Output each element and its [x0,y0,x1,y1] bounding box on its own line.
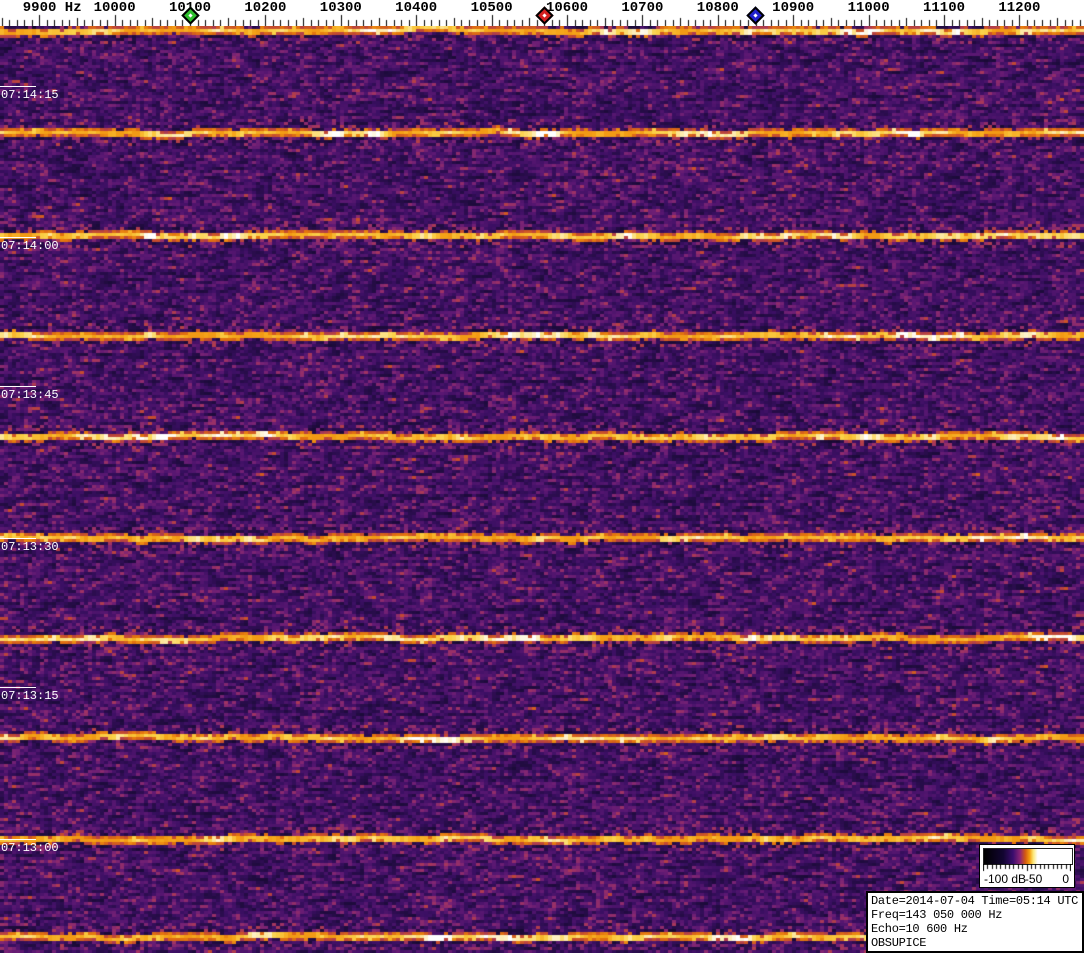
freq-tick-label: 10700 [621,0,664,16]
info-box: Date=2014-07-04 Time=05:14 UTC Freq=143 … [866,891,1084,953]
freq-tick-label: 11100 [922,0,966,16]
time-label: 07:14:15 [1,88,59,102]
db-mid-label: -50 [1024,872,1043,886]
spectrum-lab-waterfall-app: 9900 Hz100001010010200103001040010500106… [0,0,1084,953]
freq-tick-label: 10000 [93,0,136,16]
marker-green-center-dot [187,13,193,18]
db-scale-ticks [983,864,1071,872]
time-tick-mark [0,86,36,87]
db-color-scale: -100 dB -50 0 [979,844,1075,888]
info-station: OBSUPICE [871,936,927,950]
info-frequency: Freq=143 050 000 Hz [871,908,1003,922]
freq-tick-label: 9900 Hz [22,0,82,16]
color-gradient-bar [983,848,1073,865]
time-tick-mark [0,237,36,238]
freq-tick-label: 10900 [772,0,815,16]
marker-blue-center-dot [753,13,758,18]
time-tick-mark [0,538,36,539]
time-label: 07:13:30 [1,540,59,554]
info-date-time: Date=2014-07-04 Time=05:14 UTC [871,894,1079,908]
time-label: 07:13:15 [1,689,59,703]
freq-tick-label: 10200 [244,0,287,16]
time-label: 07:13:00 [1,841,59,855]
freq-tick-label: 10800 [696,0,739,16]
time-label: 07:14:00 [1,239,59,253]
time-tick-mark [0,386,36,387]
db-min-label: -100 dB [984,872,1027,886]
waterfall-spectrogram-canvas[interactable] [0,26,1084,953]
freq-tick-label: 10300 [319,0,362,16]
time-tick-mark [0,687,36,688]
marker-red-center-dot [542,13,547,18]
time-label: 07:13:45 [1,388,59,402]
frequency-ruler[interactable]: 9900 Hz100001010010200103001040010500106… [0,0,1084,26]
db-max-label: 0 [1062,872,1069,886]
freq-tick-label: 10500 [470,0,513,16]
info-echo: Echo=10 600 Hz [871,922,968,936]
freq-tick-label: 11200 [998,0,1041,16]
freq-tick-label: 10400 [395,0,438,16]
freq-tick-label: 11000 [847,0,890,16]
time-tick-mark [0,839,36,840]
